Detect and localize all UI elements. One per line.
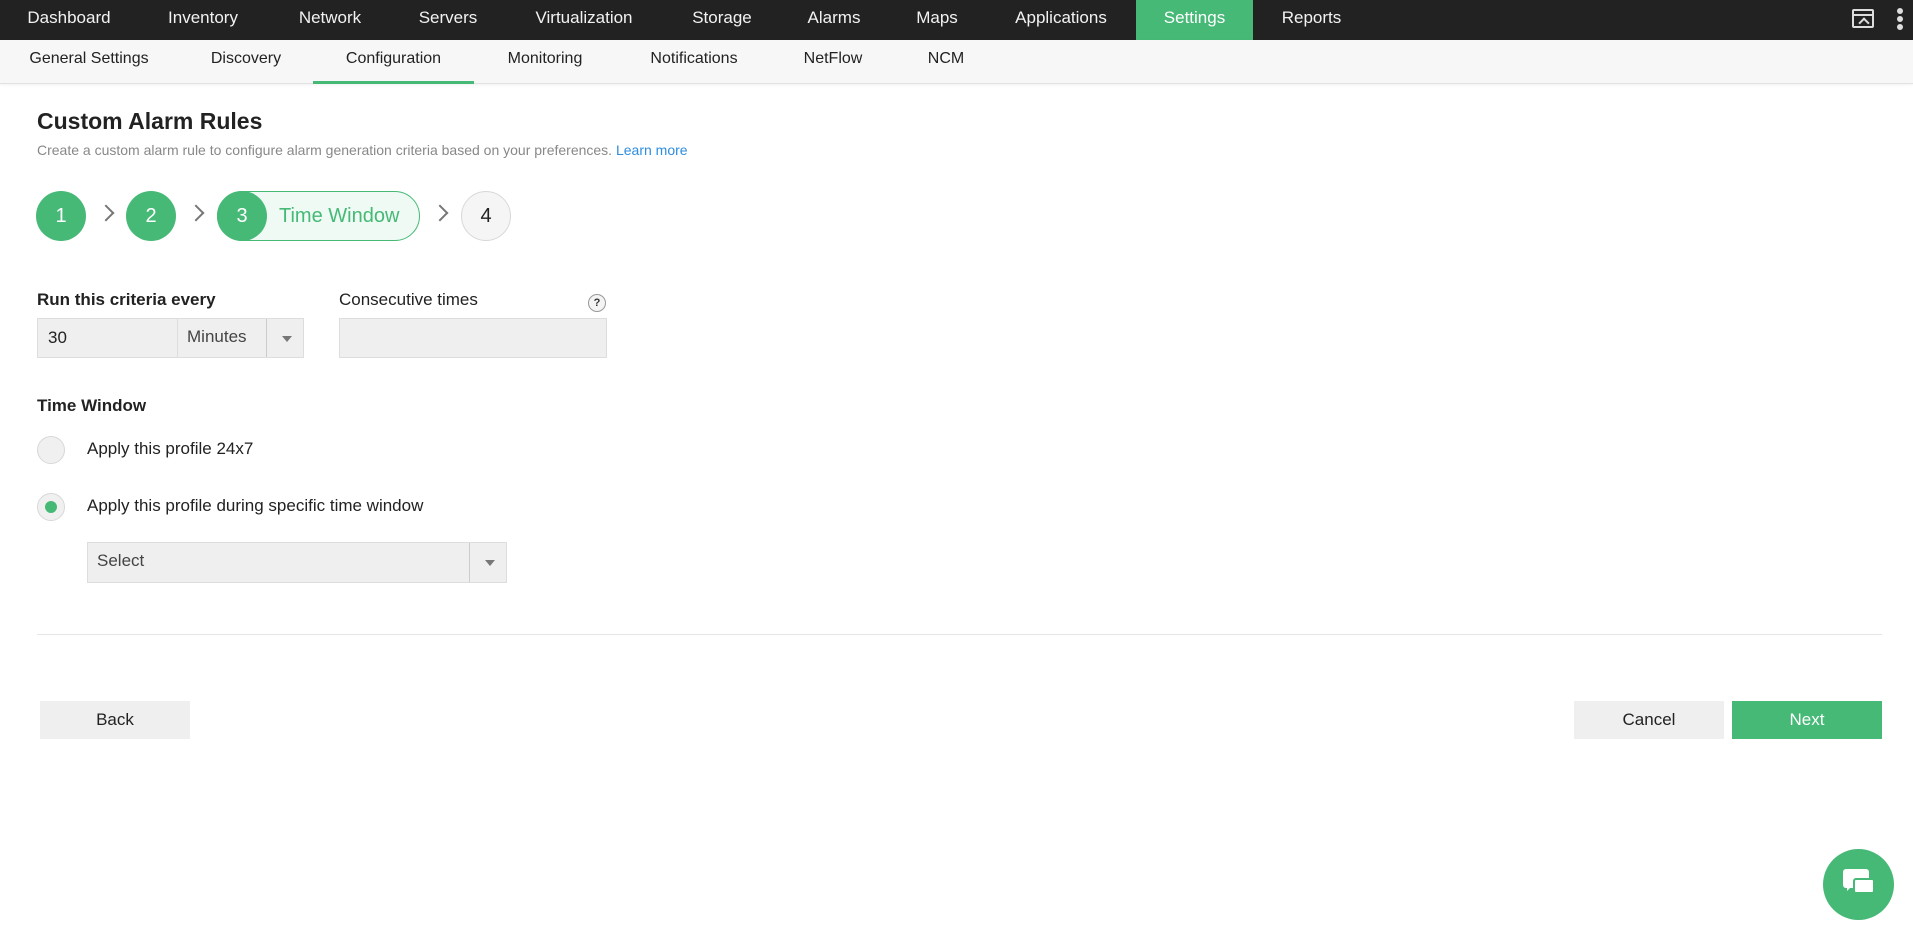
subnav-discovery[interactable]: Discovery [186,40,306,84]
learn-more-link[interactable]: Learn more [616,142,688,158]
select-divider [469,543,470,582]
nav-servers[interactable]: Servers [392,0,504,40]
cancel-button[interactable]: Cancel [1574,701,1724,739]
interval-unit-value: Minutes [187,327,247,346]
nav-inventory[interactable]: Inventory [138,0,268,40]
select-divider [266,319,267,357]
top-navigation: Dashboard Inventory Network Servers Virt… [0,0,1913,40]
nav-applications[interactable]: Applications [986,0,1136,40]
time-window-label: Time Window [37,396,147,415]
subnav-ncm[interactable]: NCM [906,40,986,84]
run-criteria-label: Run this criteria every [37,290,216,309]
radio-24x7-label[interactable]: Apply this profile 24x7 [87,439,253,459]
step-3-current[interactable]: 3 Time Window [217,191,420,241]
step-1[interactable]: 1 [36,191,86,241]
chevron-right-icon [431,204,449,222]
next-button[interactable]: Next [1732,701,1882,739]
interval-unit-select[interactable]: Minutes [177,318,304,358]
kebab-menu-icon[interactable] [1896,8,1904,32]
chevron-right-icon [187,204,205,222]
caret-down-icon [485,560,495,566]
nav-maps[interactable]: Maps [888,0,986,40]
chat-bubble-icon [1853,878,1875,894]
consecutive-times-input[interactable] [339,318,607,358]
description-text: Create a custom alarm rule to configure … [37,142,613,158]
step-3-label: Time Window [279,205,400,227]
subnav-configuration[interactable]: Configuration [313,40,474,84]
window-icon[interactable] [1852,9,1874,28]
caret-down-icon [282,336,292,342]
radio-specific-window-label[interactable]: Apply this profile during specific time … [87,496,423,516]
divider [37,634,1882,635]
sub-navigation: General Settings Discovery Configuration… [0,40,1913,84]
nav-virtualization[interactable]: Virtualization [504,0,664,40]
radio-24x7[interactable] [37,436,65,464]
page-description: Create a custom alarm rule to configure … [37,142,688,158]
nav-network[interactable]: Network [268,0,392,40]
nav-reports[interactable]: Reports [1253,0,1370,40]
step-3-number: 3 [217,191,267,241]
chat-button[interactable] [1823,849,1894,920]
page-title: Custom Alarm Rules [37,108,263,134]
time-window-select[interactable]: Select [87,542,507,583]
help-icon[interactable]: ? [588,294,606,312]
subnav-netflow[interactable]: NetFlow [782,40,884,84]
nav-storage[interactable]: Storage [664,0,780,40]
chevron-right-icon [97,204,115,222]
back-button[interactable]: Back [40,701,190,739]
step-2[interactable]: 2 [126,191,176,241]
subnav-notifications[interactable]: Notifications [625,40,763,84]
interval-input[interactable]: 30 [37,318,177,358]
step-4[interactable]: 4 [461,191,511,241]
consecutive-times-label: Consecutive times [339,290,478,309]
radio-specific-window[interactable] [37,493,65,521]
subnav-general-settings[interactable]: General Settings [12,40,166,84]
nav-dashboard[interactable]: Dashboard [0,0,138,40]
nav-alarms[interactable]: Alarms [780,0,888,40]
nav-settings[interactable]: Settings [1136,0,1253,40]
time-window-select-value: Select [97,551,145,570]
subnav-monitoring[interactable]: Monitoring [480,40,610,84]
